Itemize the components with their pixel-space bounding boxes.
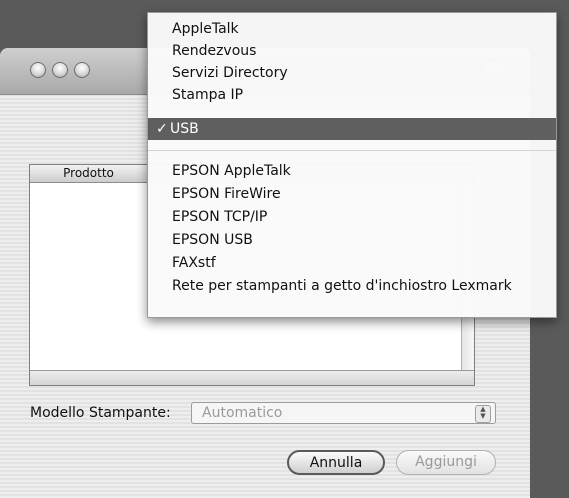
menu-item-servizi-directory[interactable]: Servizi Directory [148, 62, 556, 84]
menu-item-appletalk[interactable]: AppleTalk [148, 18, 556, 40]
menu-item-epson-tcpip[interactable]: EPSON TCP/IP [148, 206, 556, 228]
menu-item-stampa-ip[interactable]: Stampa IP [148, 84, 556, 106]
menu-item-epson-appletalk[interactable]: EPSON AppleTalk [148, 160, 556, 182]
printer-model-select[interactable]: Automatico ▲ ▼ [191, 402, 496, 424]
menu-item-usb-label: USB [170, 121, 199, 137]
printer-model-label: Modello Stampante: [30, 405, 171, 421]
horizontal-scrollbar[interactable] [30, 370, 474, 385]
checkmark-icon: ✓ [156, 121, 168, 137]
menu-item-rendezvous[interactable]: Rendezvous [148, 40, 556, 62]
menu-item-usb[interactable]: ✓ USB [148, 118, 556, 140]
menu-separator [148, 150, 556, 151]
menu-item-epson-firewire[interactable]: EPSON FireWire [148, 183, 556, 205]
cancel-button[interactable]: Annulla [287, 450, 385, 475]
close-window-button[interactable] [30, 62, 46, 78]
connection-type-menu[interactable]: AppleTalk Rendezvous Servizi Directory S… [147, 12, 557, 318]
column-header-prodotto[interactable]: Prodotto [30, 165, 148, 182]
zoom-window-button[interactable] [74, 62, 90, 78]
menu-item-faxstf[interactable]: FAXstf [148, 252, 556, 274]
menu-item-lexmark-inkjet[interactable]: Rete per stampanti a getto d'inchiostro … [148, 275, 556, 297]
select-arrows-icon: ▲ ▼ [475, 405, 491, 423]
printer-model-value: Automatico [202, 405, 283, 421]
add-button[interactable]: Aggiungi [396, 450, 496, 475]
minimize-window-button[interactable] [52, 62, 68, 78]
menu-item-epson-usb[interactable]: EPSON USB [148, 229, 556, 251]
